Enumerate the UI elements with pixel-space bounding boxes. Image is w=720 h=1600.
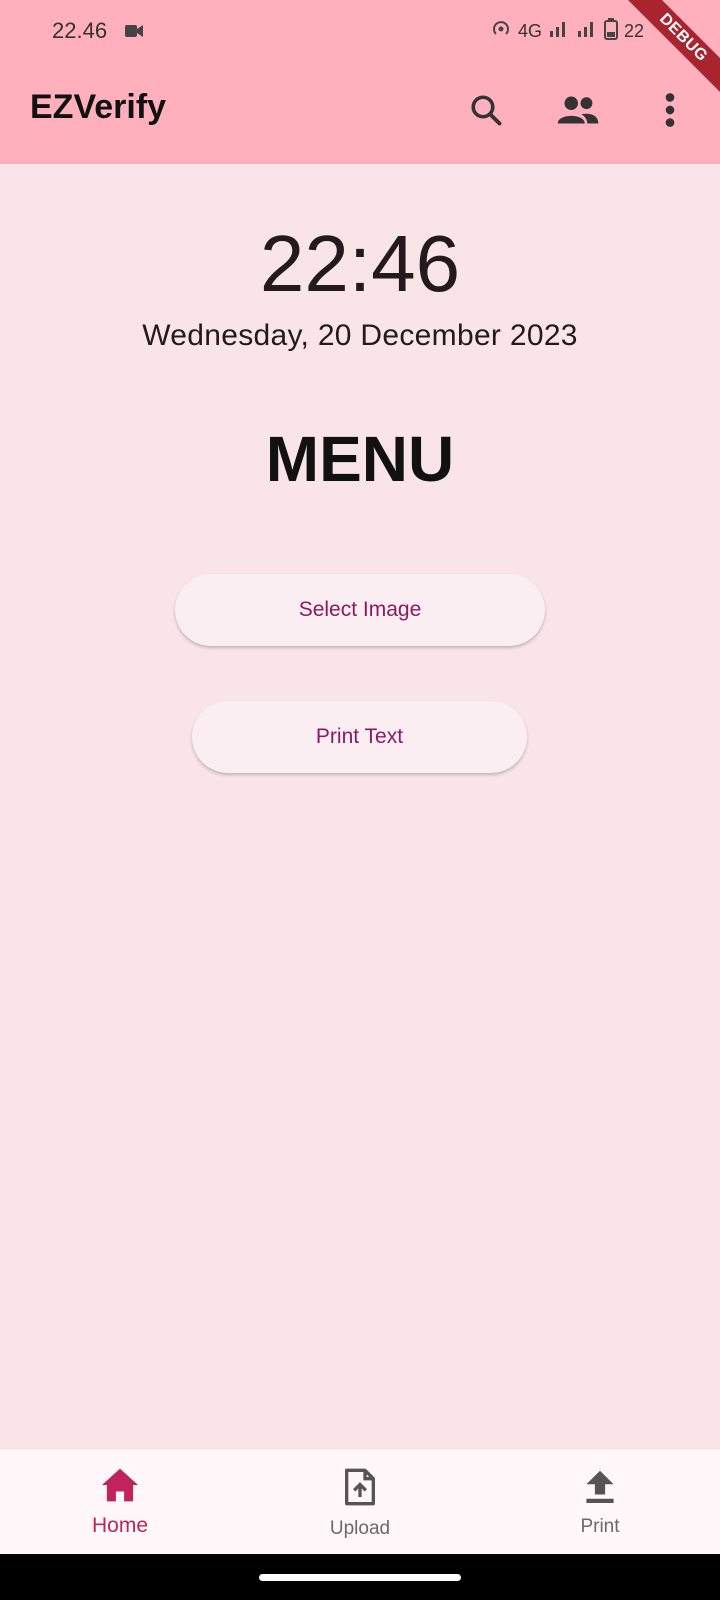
nav-item-upload[interactable]: Upload	[240, 1449, 480, 1555]
bottom-navigation: Home Upload Print	[0, 1448, 720, 1555]
search-button[interactable]	[462, 88, 510, 136]
print-text-button[interactable]: Print Text	[192, 701, 527, 773]
select-image-button[interactable]: Select Image	[175, 574, 545, 646]
nav-item-print[interactable]: Print	[480, 1449, 720, 1555]
battery-icon	[603, 18, 618, 45]
network-type: 4G	[517, 21, 542, 41]
battery-level: 22	[623, 21, 644, 41]
status-bar: 22.46 4G 22	[0, 0, 720, 62]
signal-icon	[548, 19, 570, 44]
upload-arrow-icon	[583, 1467, 617, 1510]
more-vert-icon	[664, 92, 676, 133]
clock: 22:46	[259, 219, 461, 308]
search-icon	[468, 92, 504, 133]
date-label: Wednesday, 20 December 2023	[142, 319, 578, 352]
nav-label-print: Print	[580, 1516, 620, 1537]
nav-item-home[interactable]: Home	[0, 1449, 240, 1555]
video-record-icon	[125, 24, 143, 43]
people-icon	[556, 92, 600, 133]
home-gesture-handle[interactable]	[259, 1574, 461, 1581]
signal-icon-2	[576, 19, 598, 44]
status-indicators: 4G 22	[490, 18, 644, 45]
more-options-button[interactable]	[646, 88, 694, 136]
nav-label-upload: Upload	[329, 1518, 391, 1539]
status-time: 22.46	[52, 18, 108, 43]
main-content: 22:46 Wednesday, 20 December 2023 MENU S…	[0, 164, 720, 1448]
people-button[interactable]	[554, 88, 602, 136]
menu-title: MENU	[265, 423, 455, 495]
upload-file-icon	[343, 1467, 377, 1512]
app-title: EZVerify	[30, 88, 167, 126]
system-navigation-bar	[0, 1554, 720, 1600]
hotspot-icon	[490, 18, 512, 45]
home-icon	[100, 1467, 140, 1508]
app-bar: EZVerify	[0, 62, 720, 164]
nav-label-home: Home	[91, 1514, 149, 1537]
